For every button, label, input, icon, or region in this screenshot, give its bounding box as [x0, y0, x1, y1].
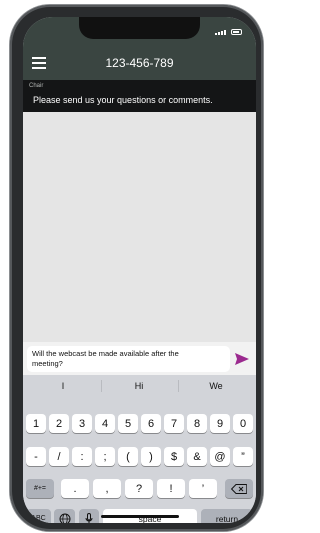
backspace-icon — [231, 483, 247, 494]
compose-bar: Will the webcast be made available after… — [23, 342, 256, 375]
key-digit[interactable]: 9 — [210, 414, 230, 433]
chat-message: Chair Please send us your questions or c… — [23, 80, 256, 112]
key-punct[interactable]: ’ — [189, 479, 217, 498]
key-symbols-mode[interactable]: #+= — [26, 479, 54, 498]
key-symbol[interactable]: / — [49, 447, 69, 466]
status-icons — [215, 29, 242, 35]
key-digit[interactable]: 2 — [49, 414, 69, 433]
message-input-line-1: Will the webcast be made available after… — [32, 349, 179, 358]
key-symbol[interactable]: ( — [118, 447, 138, 466]
return-key[interactable]: return — [201, 509, 253, 523]
key-digit[interactable]: 5 — [118, 414, 138, 433]
globe-key[interactable] — [54, 509, 75, 523]
key-symbol[interactable]: @ — [210, 447, 230, 466]
suggestion-item[interactable]: Hi — [109, 381, 169, 391]
signal-icon — [215, 30, 226, 35]
key-digit[interactable]: 4 — [95, 414, 115, 433]
key-digit[interactable]: 8 — [187, 414, 207, 433]
message-input-line-2: meeting? — [32, 359, 63, 368]
suggestion-bar: I Hi We — [23, 375, 256, 397]
divider — [178, 380, 179, 392]
key-abc[interactable]: ABC — [26, 509, 51, 523]
key-symbol[interactable]: - — [26, 447, 46, 466]
message-input[interactable]: Will the webcast be made available after… — [27, 346, 230, 372]
key-digit[interactable]: 6 — [141, 414, 161, 433]
key-punct[interactable]: ! — [157, 479, 185, 498]
chat-area[interactable] — [23, 112, 256, 342]
key-digit[interactable]: 0 — [233, 414, 253, 433]
message-text: Please send us your questions or comment… — [33, 95, 213, 105]
phone-screen: 123-456-789 Chair Please send us your qu… — [23, 17, 256, 523]
home-indicator[interactable] — [101, 515, 179, 518]
dictation-key[interactable] — [79, 509, 99, 523]
key-symbol[interactable]: & — [187, 447, 207, 466]
battery-icon — [231, 29, 242, 35]
suggestion-item[interactable]: I — [33, 381, 93, 391]
key-punct[interactable]: , — [93, 479, 121, 498]
send-icon[interactable] — [235, 353, 249, 365]
key-symbol[interactable]: ) — [141, 447, 161, 466]
app-header: 123-456-789 — [23, 47, 256, 80]
key-symbol[interactable]: ; — [95, 447, 115, 466]
key-symbol[interactable]: ” — [233, 447, 253, 466]
globe-icon — [59, 513, 70, 523]
suggestion-item[interactable]: We — [186, 381, 246, 391]
microphone-icon — [85, 512, 93, 523]
key-digit[interactable]: 1 — [26, 414, 46, 433]
key-symbol[interactable]: $ — [164, 447, 184, 466]
keyboard: I Hi We 1 2 3 4 5 6 7 8 9 0 - / : ; ( ) … — [23, 375, 256, 523]
key-punct[interactable]: . — [61, 479, 89, 498]
phone-notch — [79, 17, 200, 39]
page-title: 123-456-789 — [105, 56, 174, 70]
divider — [101, 380, 102, 392]
message-sender: Chair — [29, 83, 44, 89]
key-punct[interactable]: ? — [125, 479, 153, 498]
key-symbol[interactable]: : — [72, 447, 92, 466]
key-digit[interactable]: 3 — [72, 414, 92, 433]
key-digit[interactable]: 7 — [164, 414, 184, 433]
backspace-key[interactable] — [225, 479, 253, 498]
